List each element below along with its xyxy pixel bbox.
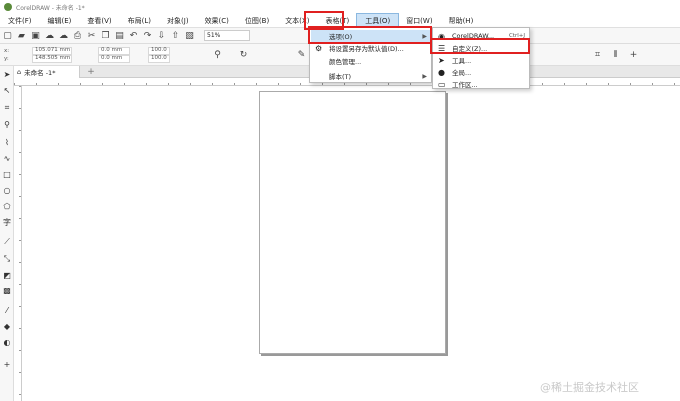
annotation-box-customize-item bbox=[430, 38, 530, 54]
rectangle-tool-icon[interactable]: □ bbox=[2, 170, 12, 180]
y-position-field[interactable]: 148.505 mm bbox=[35, 55, 70, 61]
paste-icon[interactable]: ▤ bbox=[114, 30, 125, 41]
interactive-fill-icon[interactable]: ◆ bbox=[2, 322, 12, 332]
undo-icon[interactable]: ↶ bbox=[128, 30, 139, 41]
connector-tool-icon[interactable]: ⤡ bbox=[2, 254, 12, 264]
pen-outline-icon[interactable]: ✎ bbox=[296, 49, 307, 60]
menu-item-scripts-label: 脚本(T) bbox=[329, 73, 352, 81]
eyedropper-tool-icon[interactable]: ⁄ bbox=[2, 306, 12, 316]
menu-item-color-management-label: 颜色管理... bbox=[329, 58, 362, 66]
scale-width-field[interactable]: 100.0 bbox=[151, 47, 167, 53]
open-folder-icon[interactable]: ▰ bbox=[16, 30, 27, 41]
drop-shadow-icon[interactable]: ◩ bbox=[2, 271, 12, 281]
copy-icon[interactable]: ❐ bbox=[100, 30, 111, 41]
vertical-ruler[interactable] bbox=[14, 86, 22, 401]
watermark: @稀土掘金技术社区 bbox=[540, 381, 639, 394]
y-label: y: bbox=[4, 56, 9, 62]
pdf-icon[interactable]: ▧ bbox=[184, 30, 195, 41]
document-page[interactable] bbox=[259, 91, 446, 354]
x-label: x: bbox=[4, 48, 10, 54]
globe-icon: ● bbox=[438, 67, 445, 77]
monitor-icon: ▭ bbox=[438, 79, 446, 89]
new-tab-button[interactable]: + bbox=[86, 67, 96, 77]
text-tool-icon[interactable]: 字 bbox=[2, 218, 12, 228]
distribute-icon[interactable]: ⫴ bbox=[610, 49, 621, 60]
transparency-tool-icon[interactable]: ▩ bbox=[2, 286, 12, 296]
print-icon[interactable]: ⎙ bbox=[72, 30, 83, 41]
crop-tool-icon[interactable]: ⌗ bbox=[2, 103, 12, 113]
parallel-dimension-icon[interactable]: ⟋ bbox=[2, 237, 12, 247]
zoom-tool-icon[interactable]: ⚲ bbox=[2, 120, 12, 130]
menu-object[interactable]: 对象(J) bbox=[159, 14, 197, 28]
annotation-box-options-item bbox=[308, 26, 432, 44]
smart-fill-icon[interactable]: ◐ bbox=[2, 338, 12, 348]
scale-height-field[interactable]: 100.0 bbox=[151, 55, 167, 61]
home-icon[interactable]: ⌂ bbox=[17, 68, 21, 76]
menu-bitmaps[interactable]: 位图(B) bbox=[237, 14, 277, 28]
import-icon[interactable]: ⇩ bbox=[156, 30, 167, 41]
menu-effects[interactable]: 效果(C) bbox=[197, 14, 237, 28]
menu-help[interactable]: 帮助(H) bbox=[441, 14, 482, 28]
cloud-download-icon[interactable]: ☁ bbox=[58, 30, 69, 41]
options-submenu: ◉ CorelDRAW... Ctrl+J ☰ 自定义(Z)... ➤ 工具..… bbox=[432, 27, 530, 89]
lock-ratio-icon[interactable]: ⚲ bbox=[212, 49, 223, 60]
save-icon[interactable]: ▣ bbox=[30, 30, 41, 41]
freehand-tool-icon[interactable]: ⌇ bbox=[2, 138, 12, 148]
submenu-item-global[interactable]: ● 全局... bbox=[434, 66, 529, 78]
coreldraw-logo-icon bbox=[4, 3, 12, 11]
menu-layout[interactable]: 布局(L) bbox=[120, 14, 159, 28]
menu-edit[interactable]: 编辑(E) bbox=[40, 14, 80, 28]
cut-icon[interactable]: ✂ bbox=[86, 30, 97, 41]
menu-view[interactable]: 查看(V) bbox=[79, 14, 119, 28]
menu-item-save-defaults-label: 将设置另存为默认值(D)... bbox=[329, 45, 404, 53]
height-field[interactable]: 0.0 mm bbox=[101, 55, 122, 61]
export-icon[interactable]: ⇧ bbox=[170, 30, 181, 41]
x-position-field[interactable]: 105.071 mm bbox=[35, 47, 70, 53]
add-tool-icon[interactable]: + bbox=[2, 360, 12, 370]
window-title: CorelDRAW - 未命名 -1* bbox=[16, 4, 85, 12]
arrow-tool-icon: ➤ bbox=[438, 55, 445, 65]
submenu-item-tools-label: 工具... bbox=[452, 57, 472, 65]
new-document-icon[interactable]: ▢ bbox=[2, 30, 13, 41]
grid-snap-icon[interactable]: ⌗ bbox=[592, 49, 603, 60]
gear-icon: ⚙ bbox=[315, 43, 323, 53]
submenu-item-workspace-label: 工作区... bbox=[452, 81, 478, 89]
submenu-item-workspace[interactable]: ▭ 工作区... bbox=[434, 78, 529, 90]
polygon-tool-icon[interactable]: ⬠ bbox=[2, 202, 12, 212]
add-icon[interactable]: + bbox=[628, 49, 639, 60]
width-field[interactable]: 0.0 mm bbox=[101, 47, 122, 53]
zoom-level-field[interactable]: 51% bbox=[204, 30, 250, 41]
cloud-upload-icon[interactable]: ☁ bbox=[44, 30, 55, 41]
ellipse-tool-icon[interactable]: ○ bbox=[2, 186, 12, 196]
document-tab-label: 未命名 -1* bbox=[24, 69, 56, 77]
submenu-item-global-label: 全局... bbox=[452, 69, 472, 77]
menu-file[interactable]: 文件(F) bbox=[0, 14, 40, 28]
rotate-icon[interactable]: ↻ bbox=[238, 49, 249, 60]
submenu-item-tools[interactable]: ➤ 工具... bbox=[434, 54, 529, 66]
submenu-arrow-icon: ▶ bbox=[422, 72, 427, 80]
redo-icon[interactable]: ↷ bbox=[142, 30, 153, 41]
toolbox: ➤ ↖ ⌗ ⚲ ⌇ ∿ □ ○ ⬠ 字 ⟋ ⤡ ◩ ▩ ⁄ ◆ ◐ + bbox=[0, 66, 14, 401]
pick-tool-icon[interactable]: ➤ bbox=[2, 70, 12, 80]
shape-tool-icon[interactable]: ↖ bbox=[2, 86, 12, 96]
document-tab[interactable]: ⌂ 未命名 -1* bbox=[14, 66, 80, 78]
menu-item-color-management[interactable]: 颜色管理... bbox=[311, 55, 431, 67]
menu-item-scripts[interactable]: 脚本(T) ▶ bbox=[311, 70, 431, 82]
artistic-media-icon[interactable]: ∿ bbox=[2, 154, 12, 164]
